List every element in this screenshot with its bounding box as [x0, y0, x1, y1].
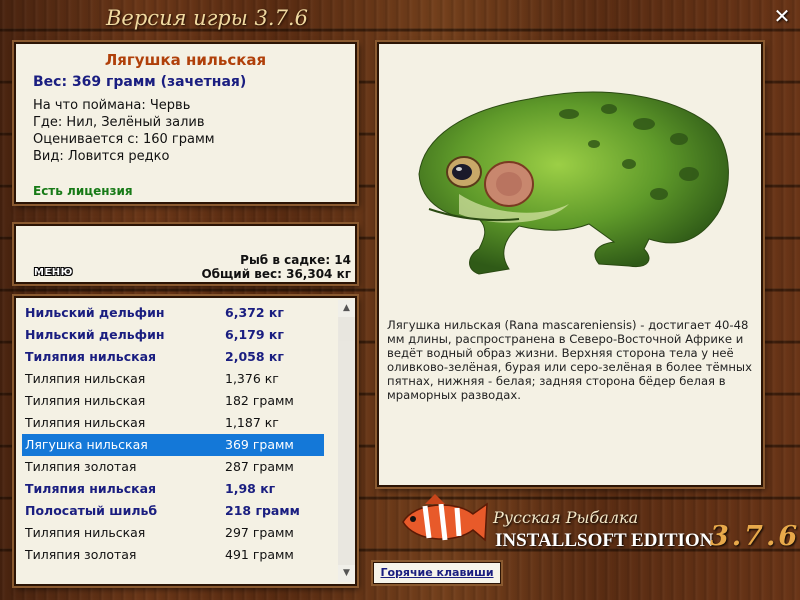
catch-list-row[interactable]: Нильский дельфин 6,372 кг — [22, 302, 324, 324]
catch-list-row[interactable]: Тиляпия нильская 1,98 кг — [22, 478, 324, 500]
fish-count: Рыб в садке: 14 — [240, 253, 351, 267]
catch-fish-weight: 1,98 кг — [225, 481, 276, 496]
game-version-title: Версия игры 3.7.6 — [106, 6, 308, 30]
catch-list-row[interactable]: Нильский дельфин 6,179 кг — [22, 324, 324, 346]
catch-fish-weight: 1,187 кг — [225, 415, 279, 430]
catch-fish-name: Тиляпия нильская — [25, 525, 146, 540]
fish-weight: Вес: 369 грамм (зачетная) — [33, 74, 247, 90]
fish-logo-icon — [402, 494, 488, 542]
catch-fish-weight: 218 грамм — [225, 503, 300, 518]
catch-fish-weight: 6,372 кг — [225, 305, 284, 320]
keep-net-panel: МЕНЮ Рыб в садке: 14 Общий вес: 36,304 к… — [14, 224, 357, 284]
frog-illustration — [418, 91, 729, 275]
edition-label: INSTALLSOFT EDITION — [495, 530, 714, 551]
catch-fish-name: Нильский дельфин — [25, 327, 165, 342]
catch-list-row[interactable]: Тиляпия нильская 2,058 кг — [22, 346, 324, 368]
catch-list: Нильский дельфин 6,372 кг Нильский дельфин… — [14, 296, 357, 586]
close-button[interactable]: ✕ — [770, 4, 794, 28]
catch-fish-name: Тиляпия нильская — [25, 481, 157, 496]
catch-list-row[interactable]: Тиляпия золотая 491 грамм — [22, 544, 324, 566]
catch-list-row[interactable]: Полосатый шильб 218 грамм — [22, 500, 324, 522]
catch-list-row[interactable]: Лягушка нильская 369 грамм — [22, 434, 324, 456]
catch-fish-weight: 2,058 кг — [225, 349, 284, 364]
fish-detail-panel: Лягушка нильская (Rana mascareniensis) -… — [377, 42, 763, 487]
bait-info: На что поймана: Червь — [33, 98, 191, 113]
catch-fish-name: Тиляпия нильская — [25, 393, 146, 408]
catch-list-row[interactable]: Тиляпия золотая 287 грамм — [22, 456, 324, 478]
catch-fish-weight: 1,376 кг — [225, 371, 279, 386]
catch-list-rows: Нильский дельфин 6,372 кг Нильский дельфин… — [22, 302, 324, 566]
catch-fish-weight: 287 грамм — [225, 459, 294, 474]
brand-logo: Русская Рыбалка INSTALLSOFT EDITION 3.7.… — [385, 490, 797, 560]
hotkeys-button[interactable]: Горячие клавиши — [373, 562, 501, 584]
scoring-info: Оценивается с: 160 грамм — [33, 132, 215, 147]
catch-fish-name: Тиляпия золотая — [25, 547, 137, 562]
location-info: Где: Нил, Зелёный залив — [33, 115, 205, 130]
catch-fish-name: Тиляпия нильская — [25, 415, 146, 430]
total-weight: Общий вес: 36,304 кг — [201, 267, 351, 281]
fish-description: Лягушка нильская (Rana mascareniensis) -… — [387, 318, 752, 402]
scroll-track[interactable] — [338, 317, 355, 565]
catch-fish-name: Лягушка нильская — [25, 437, 148, 452]
catch-list-row[interactable]: Тиляпия нильская 297 грамм — [22, 522, 324, 544]
catch-fish-name: Тиляпия золотая — [25, 459, 137, 474]
catch-fish-weight: 6,179 кг — [225, 327, 284, 342]
fish-name: Лягушка нильская — [104, 51, 267, 69]
fish-info-panel: Лягушка нильская Вес: 369 грамм (зачетна… — [14, 42, 357, 204]
catch-list-row[interactable]: Тиляпия нильская 182 грамм — [22, 390, 324, 412]
menu-button[interactable]: МЕНЮ — [34, 267, 73, 278]
catch-list-row[interactable]: Тиляпия нильская 1,187 кг — [22, 412, 324, 434]
scroll-down-button[interactable]: ▼ — [338, 565, 355, 582]
scroll-thumb[interactable] — [339, 317, 354, 341]
edition-version: 3.7.6 — [710, 521, 800, 552]
catch-fish-weight: 297 грамм — [225, 525, 294, 540]
catch-fish-name: Нильский дельфин — [25, 305, 165, 320]
arrow-up-icon: ▲ — [343, 303, 350, 313]
close-icon: ✕ — [773, 4, 791, 28]
catch-fish-name: Полосатый шильб — [25, 503, 158, 518]
arrow-down-icon: ▼ — [343, 568, 350, 578]
scroll-up-button[interactable]: ▲ — [338, 300, 355, 317]
catch-fish-name: Тиляпия нильская — [25, 349, 157, 364]
catch-list-row[interactable]: Тиляпия нильская 1,376 кг — [22, 368, 324, 390]
brand-name: Русская Рыбалка — [493, 508, 639, 527]
list-scrollbar[interactable]: ▲ ▼ — [338, 300, 355, 582]
title-bar: Версия игры 3.7.6 ✕ — [0, 0, 800, 38]
catch-fish-name: Тиляпия нильская — [25, 371, 146, 386]
license-status: Есть лицензия — [33, 184, 133, 198]
rarity-info: Вид: Ловится редко — [33, 149, 170, 164]
catch-fish-weight: 182 грамм — [225, 393, 294, 408]
catch-fish-weight: 369 грамм — [225, 437, 294, 452]
catch-fish-weight: 491 грамм — [225, 547, 294, 562]
